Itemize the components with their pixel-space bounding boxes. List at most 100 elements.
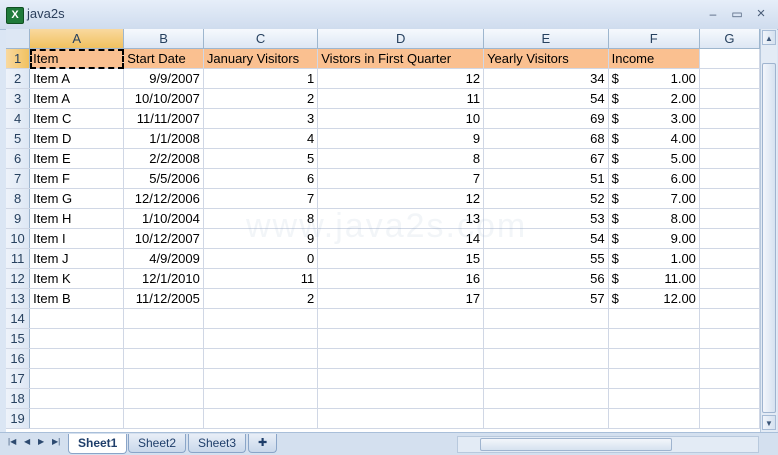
empty-cell[interactable]	[699, 208, 760, 229]
column-header-d[interactable]: D	[317, 29, 485, 49]
empty-cell[interactable]	[203, 348, 319, 369]
yearly-visitors-cell[interactable]: 55	[483, 248, 609, 269]
empty-cell[interactable]	[483, 348, 609, 369]
empty-cell[interactable]	[123, 328, 204, 349]
prev-sheet-arrow-icon[interactable]: ◀	[24, 437, 30, 446]
income-cell[interactable]: $3.00	[608, 108, 700, 129]
january-visitors-cell[interactable]: 5	[203, 148, 319, 169]
january-visitors-cell[interactable]: 2	[203, 88, 319, 109]
row-header-4[interactable]: 4	[6, 108, 31, 129]
date-cell[interactable]: 10/10/2007	[123, 88, 204, 109]
yearly-visitors-cell[interactable]: 54	[483, 88, 609, 109]
row-header-7[interactable]: 7	[6, 168, 31, 189]
date-cell[interactable]: 12/1/2010	[123, 268, 204, 289]
row-header-10[interactable]: 10	[6, 228, 31, 249]
header-cell[interactable]: Start Date	[123, 48, 204, 69]
empty-cell[interactable]	[699, 248, 760, 269]
row-header-8[interactable]: 8	[6, 188, 31, 209]
empty-cell[interactable]	[317, 328, 485, 349]
empty-cell[interactable]	[203, 308, 319, 329]
empty-cell[interactable]	[699, 108, 760, 129]
empty-cell[interactable]	[699, 288, 760, 309]
excel-app-icon[interactable]: X	[6, 7, 24, 24]
empty-cell[interactable]	[203, 408, 319, 429]
empty-cell[interactable]	[483, 328, 609, 349]
vertical-scroll-thumb[interactable]	[762, 63, 776, 413]
yearly-visitors-cell[interactable]: 34	[483, 68, 609, 89]
horizontal-scroll-thumb[interactable]	[480, 438, 672, 451]
tab-sheet1[interactable]: Sheet1	[68, 434, 128, 454]
yearly-visitors-cell[interactable]: 52	[483, 188, 609, 209]
item-cell[interactable]: Item B	[29, 288, 125, 309]
income-cell[interactable]: $1.00	[608, 248, 700, 269]
row-header-6[interactable]: 6	[6, 148, 31, 169]
item-cell[interactable]: Item H	[29, 208, 125, 229]
income-cell[interactable]: $11.00	[608, 268, 700, 289]
yearly-visitors-cell[interactable]: 57	[483, 288, 609, 309]
income-cell[interactable]: $6.00	[608, 168, 700, 189]
empty-cell[interactable]	[483, 308, 609, 329]
yearly-visitors-cell[interactable]: 69	[483, 108, 609, 129]
empty-cell[interactable]	[608, 388, 700, 409]
header-cell[interactable]: Vistors in First Quarter	[317, 48, 485, 69]
row-header-17[interactable]: 17	[6, 368, 31, 389]
date-cell[interactable]: 11/12/2005	[123, 288, 204, 309]
quarter-visitors-cell[interactable]: 13	[317, 208, 485, 229]
quarter-visitors-cell[interactable]: 7	[317, 168, 485, 189]
row-header-15[interactable]: 15	[6, 328, 31, 349]
empty-cell[interactable]	[203, 368, 319, 389]
quarter-visitors-cell[interactable]: 14	[317, 228, 485, 249]
empty-cell[interactable]	[29, 308, 125, 329]
last-sheet-arrow-icon[interactable]: ▶|	[52, 437, 60, 446]
income-cell[interactable]: $7.00	[608, 188, 700, 209]
date-cell[interactable]: 12/12/2006	[123, 188, 204, 209]
quarter-visitors-cell[interactable]: 16	[317, 268, 485, 289]
item-cell[interactable]: Item E	[29, 148, 125, 169]
income-cell[interactable]: $1.00	[608, 68, 700, 89]
insert-sheet-icon[interactable]: ✚	[248, 434, 278, 453]
column-header-g[interactable]: G	[699, 29, 760, 49]
quarter-visitors-cell[interactable]: 12	[317, 188, 485, 209]
empty-cell[interactable]	[29, 388, 125, 409]
minimize-button[interactable]: –	[704, 6, 722, 22]
empty-cell[interactable]	[699, 68, 760, 89]
select-all-corner[interactable]	[6, 29, 31, 49]
yearly-visitors-cell[interactable]: 67	[483, 148, 609, 169]
empty-cell[interactable]	[699, 408, 760, 429]
income-cell[interactable]: $12.00	[608, 288, 700, 309]
yearly-visitors-cell[interactable]: 56	[483, 268, 609, 289]
empty-cell[interactable]	[699, 228, 760, 249]
empty-cell[interactable]	[699, 368, 760, 389]
quarter-visitors-cell[interactable]: 15	[317, 248, 485, 269]
empty-cell[interactable]	[203, 388, 319, 409]
date-cell[interactable]: 9/9/2007	[123, 68, 204, 89]
date-cell[interactable]: 11/11/2007	[123, 108, 204, 129]
item-cell[interactable]: Item F	[29, 168, 125, 189]
row-header-9[interactable]: 9	[6, 208, 31, 229]
empty-cell[interactable]	[29, 368, 125, 389]
scroll-up-arrow-icon[interactable]: ▲	[762, 30, 776, 45]
yearly-visitors-cell[interactable]: 53	[483, 208, 609, 229]
january-visitors-cell[interactable]: 0	[203, 248, 319, 269]
row-header-12[interactable]: 12	[6, 268, 31, 289]
row-header-14[interactable]: 14	[6, 308, 31, 329]
empty-cell[interactable]	[699, 388, 760, 409]
yearly-visitors-cell[interactable]: 51	[483, 168, 609, 189]
yearly-visitors-cell[interactable]: 54	[483, 228, 609, 249]
january-visitors-cell[interactable]: 7	[203, 188, 319, 209]
quarter-visitors-cell[interactable]: 9	[317, 128, 485, 149]
empty-cell[interactable]	[123, 368, 204, 389]
income-cell[interactable]: $4.00	[608, 128, 700, 149]
restore-button[interactable]: ▭	[728, 6, 746, 22]
row-header-16[interactable]: 16	[6, 348, 31, 369]
empty-cell[interactable]	[317, 348, 485, 369]
empty-cell[interactable]	[699, 148, 760, 169]
income-cell[interactable]: $2.00	[608, 88, 700, 109]
column-header-a[interactable]: A	[29, 29, 125, 49]
quarter-visitors-cell[interactable]: 12	[317, 68, 485, 89]
quarter-visitors-cell[interactable]: 17	[317, 288, 485, 309]
empty-cell[interactable]	[29, 328, 125, 349]
first-sheet-arrow-icon[interactable]: |◀	[8, 437, 16, 446]
january-visitors-cell[interactable]: 6	[203, 168, 319, 189]
quarter-visitors-cell[interactable]: 10	[317, 108, 485, 129]
